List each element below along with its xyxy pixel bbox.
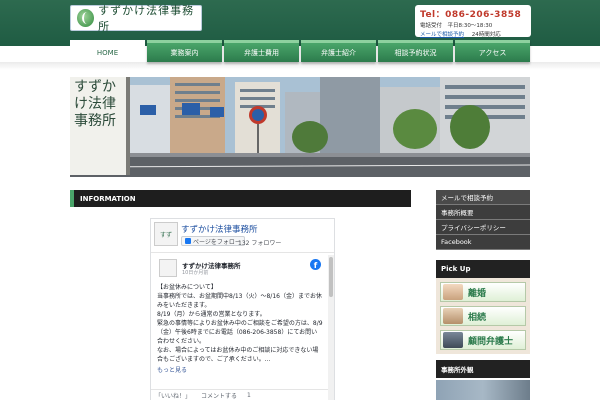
post-line: 緊急の事情等によりお盆休み中のご相談をご希望の方は、8/9（金）午後6時までにお… <box>157 320 323 345</box>
pickup-label: 顧問弁護士 <box>468 336 514 347</box>
office-exterior-heading: 事務所外観 <box>436 360 530 378</box>
sidebar-menu: メールで相談予約 事務所概要 プライバシーポリシー Facebook <box>436 190 530 250</box>
facebook-follow-label: ページをフォロー <box>193 238 241 246</box>
pickup-inheritance-button[interactable]: 相続 <box>440 306 526 326</box>
post-header: すずかけ法律事務所 10日か月前 f <box>155 255 325 279</box>
facebook-page-avatar[interactable]: すず <box>154 222 178 246</box>
pickup-label: 相続 <box>468 312 487 323</box>
facebook-scrollbar[interactable] <box>328 255 334 400</box>
family-photo-icon <box>443 308 463 324</box>
office-exterior-photo <box>436 380 530 400</box>
sidebar-item-facebook[interactable]: Facebook <box>436 235 530 250</box>
post-line: 【お盆休みについて】 <box>157 284 217 291</box>
office-sign-text: すずかけ法律事務所 <box>74 79 116 129</box>
post-line: 8/19（月）から通常の営業となります。 <box>157 311 266 318</box>
mail-note: 24時間対応 <box>471 32 501 38</box>
site-logo[interactable]: すずかけ法律事務所 <box>70 4 202 33</box>
facebook-widget: すず すずかけ法律事務所 ページをフォロー 132 フォロワー すずかけ法律事務… <box>150 218 335 400</box>
handshake-photo-icon <box>443 332 463 348</box>
phone-hours: 電話受付 平日8:30〜18:30 <box>420 23 493 29</box>
nav-home[interactable]: HOME <box>70 40 145 62</box>
pickup-heading: Pick Up <box>436 260 530 278</box>
pickup-divorce-button[interactable]: 離婚 <box>440 282 526 302</box>
see-more-link[interactable]: もっと見る <box>155 365 325 374</box>
pickup-area: 離婚 相続 顧問弁護士 <box>436 278 530 354</box>
share-count[interactable]: 1 <box>247 392 251 399</box>
post-actions: 「いいね！」 コメントする 1 <box>151 389 329 400</box>
facebook-header: すず すずかけ法律事務所 ページをフォロー 132 フォロワー <box>151 219 334 253</box>
logo-text: すずかけ法律事務所 <box>98 4 195 33</box>
mail-reservation: メールで相談予約 24時間対応 <box>420 30 526 38</box>
information-heading: INFORMATION <box>70 190 411 207</box>
post-time[interactable]: 10日か月前 <box>182 269 208 276</box>
hero-image: すずかけ法律事務所 <box>70 77 530 177</box>
facebook-small-icon <box>185 238 191 244</box>
post-line: なお、場合によってはお盆休み中のご相談に対応できない場合もございますので、ご了承… <box>157 347 319 363</box>
sidebar-item-office-overview[interactable]: 事務所概要 <box>436 205 530 220</box>
information-title: INFORMATION <box>80 194 136 203</box>
leaf-logo-icon <box>77 9 95 27</box>
facebook-follow-button[interactable]: ページをフォロー <box>181 236 245 246</box>
pickup-label: 離婚 <box>468 288 487 299</box>
phone-number[interactable]: Tel：086-206-3858 <box>420 7 526 20</box>
facebook-page-name[interactable]: すずかけ法律事務所 <box>181 223 258 235</box>
pickup-advisor-button[interactable]: 顧問弁護士 <box>440 330 526 350</box>
nav-services[interactable]: 業務案内 <box>147 40 222 62</box>
post-avatar[interactable] <box>159 259 177 277</box>
facebook-post: すずかけ法律事務所 10日か月前 f 【お盆休みについて】 当事務所では、お盆期… <box>151 255 329 400</box>
mail-reservation-link[interactable]: メールで相談予約 <box>420 32 464 38</box>
nav-lawyers[interactable]: 弁護士紹介 <box>301 40 376 62</box>
facebook-icon[interactable]: f <box>310 259 321 270</box>
like-button[interactable]: 「いいね！」 <box>155 391 191 400</box>
facebook-followers: 132 フォロワー <box>238 240 282 247</box>
post-line: 当事務所では、お盆期間中8/13（火）〜8/16（金）までお休みをいただきます。 <box>157 293 322 309</box>
sidebar-item-mail-reservation[interactable]: メールで相談予約 <box>436 190 530 205</box>
comment-button[interactable]: コメントする <box>201 391 237 400</box>
nav-reservation-status[interactable]: 相談予約状況 <box>378 40 453 62</box>
nav-access[interactable]: アクセス <box>455 40 530 62</box>
main-nav: HOME 業務案内 弁護士費用 弁護士紹介 相談予約状況 アクセス <box>70 40 530 62</box>
woman-photo-icon <box>443 284 463 300</box>
nav-fees[interactable]: 弁護士費用 <box>224 40 299 62</box>
nav-shadow <box>0 62 600 70</box>
post-text: 【お盆休みについて】 当事務所では、お盆期間中8/13（火）〜8/16（金）まで… <box>155 279 325 364</box>
contact-box: Tel：086-206-3858 電話受付 平日8:30〜18:30 メールで相… <box>415 5 531 38</box>
scrollbar-thumb[interactable] <box>329 257 333 297</box>
sidebar-item-privacy-policy[interactable]: プライバシーポリシー <box>436 220 530 235</box>
